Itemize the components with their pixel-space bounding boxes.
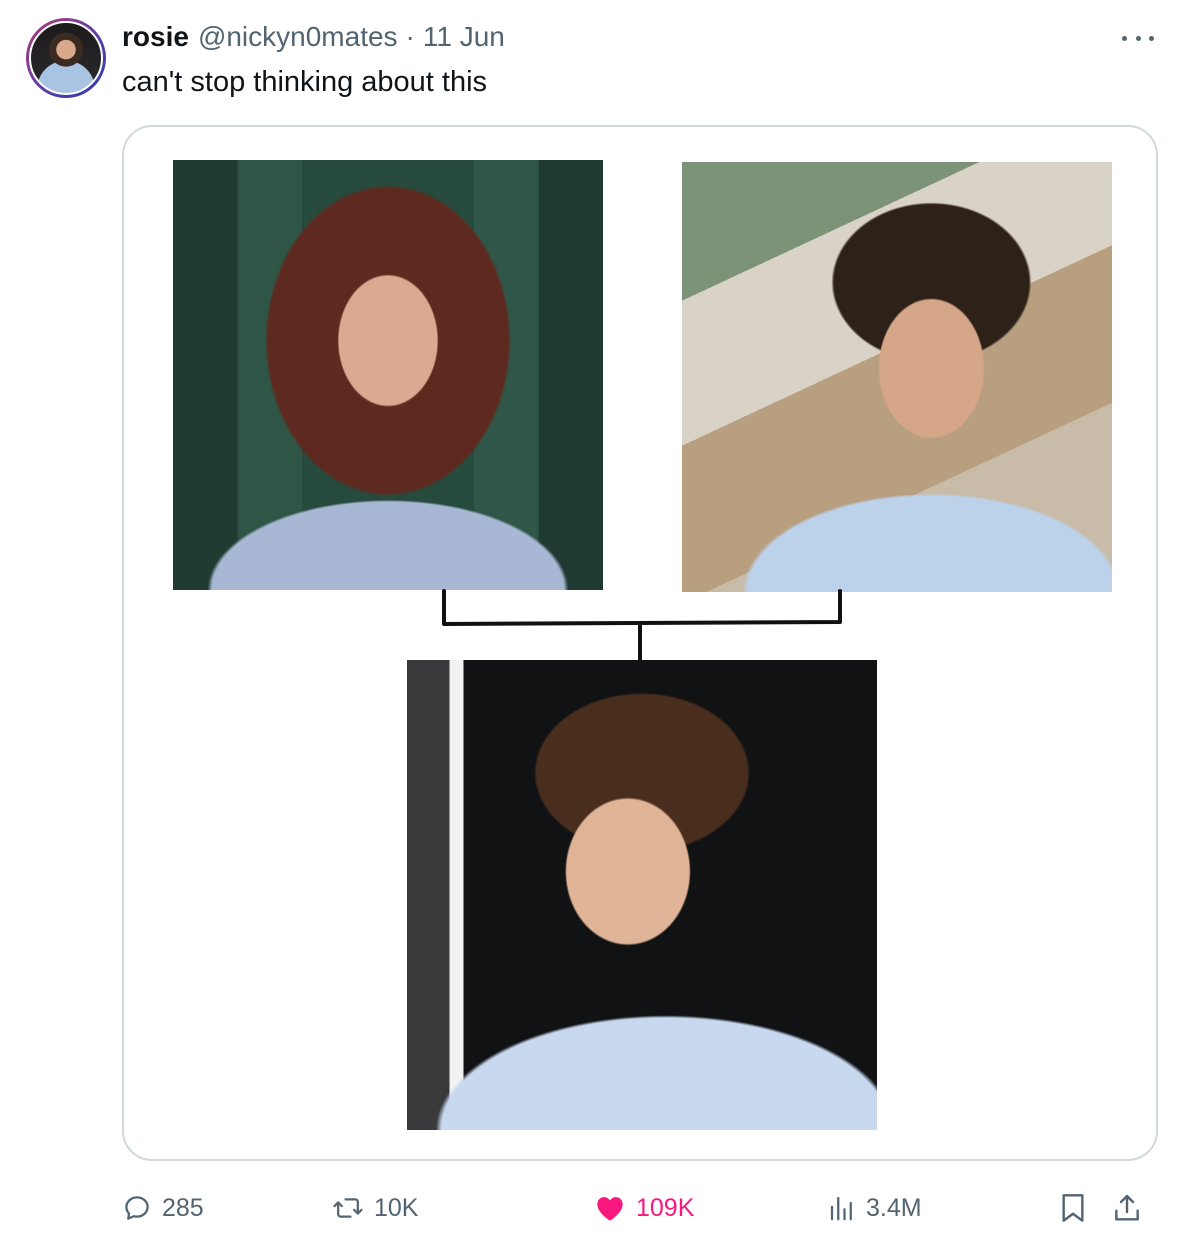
- tweet-text: can't stop thinking about this: [122, 66, 488, 98]
- photo-top-right[interactable]: [682, 162, 1112, 592]
- avatar[interactable]: [26, 18, 106, 98]
- views-button[interactable]: 3.4M: [828, 1186, 922, 1230]
- avatar-image: [29, 21, 103, 95]
- reply-button[interactable]: 285: [122, 1186, 204, 1230]
- separator: ·: [405, 21, 415, 52]
- like-button[interactable]: 109K: [594, 1186, 694, 1230]
- photo-top-left[interactable]: [173, 160, 603, 590]
- reply-count: 285: [162, 1193, 204, 1222]
- share-button[interactable]: [1112, 1186, 1142, 1230]
- views-icon: [830, 1196, 852, 1221]
- more-icon[interactable]: [1118, 24, 1158, 52]
- tweet[interactable]: rosie @nickyn0mates · 11 Jun can't stop …: [0, 0, 1186, 1244]
- repost-count: 10K: [374, 1193, 419, 1222]
- like-icon: [597, 1197, 623, 1221]
- author-handle[interactable]: @nickyn0mates: [198, 18, 398, 56]
- views-count: 3.4M: [866, 1193, 922, 1222]
- repost-icon: [333, 1198, 363, 1218]
- author-name[interactable]: rosie: [122, 18, 189, 56]
- tweet-date[interactable]: 11 Jun: [423, 18, 505, 56]
- reply-icon: [125, 1196, 149, 1220]
- like-count: 109K: [636, 1193, 695, 1222]
- bookmark-button[interactable]: [1058, 1186, 1088, 1230]
- media-card[interactable]: [122, 125, 1158, 1161]
- photo-bottom-center[interactable]: [407, 660, 877, 1130]
- repost-button[interactable]: 10K: [332, 1186, 418, 1230]
- tweet-header: rosie @nickyn0mates · 11 Jun: [122, 18, 505, 56]
- share-icon: [1115, 1194, 1139, 1221]
- action-bar: 285 10K 109K 3.4M: [122, 1186, 1158, 1230]
- bookmark-icon: [1062, 1194, 1084, 1222]
